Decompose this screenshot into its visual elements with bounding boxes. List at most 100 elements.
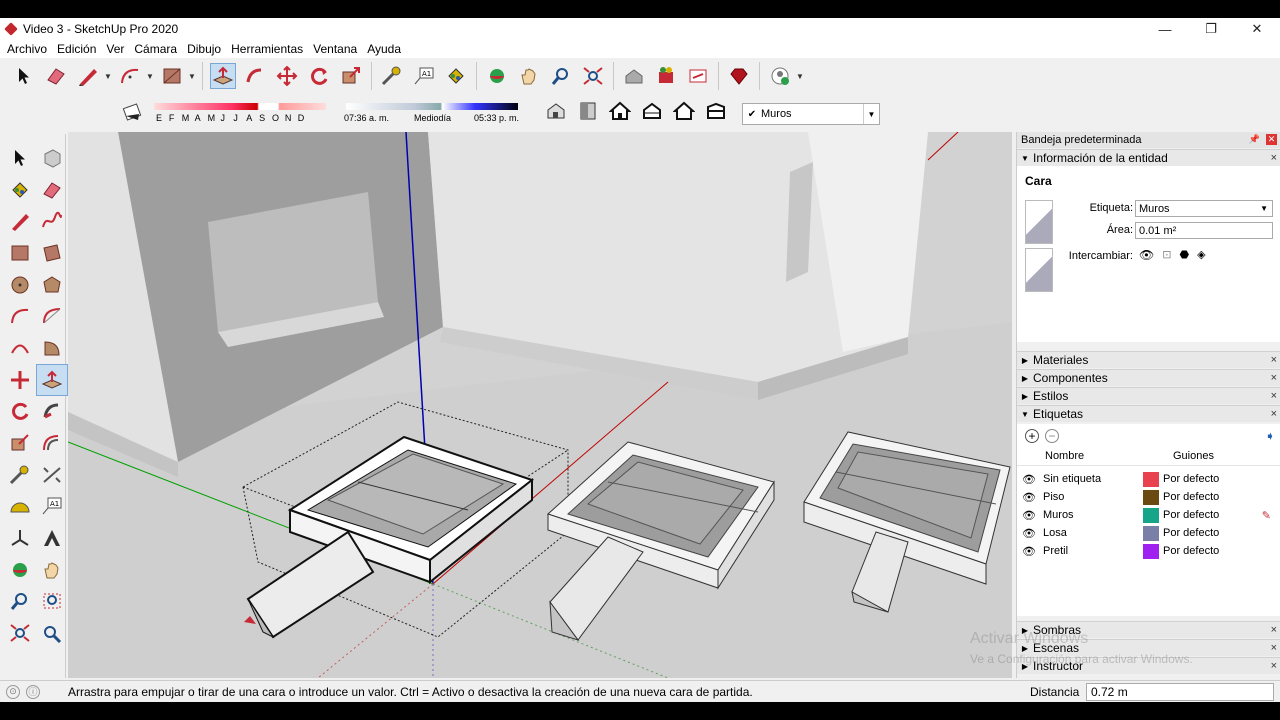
pan-tool-button[interactable] [516, 63, 542, 89]
lock-icon[interactable]: ⊡ [1162, 248, 1171, 262]
freehand-tool-button[interactable] [36, 205, 68, 237]
scale-tool-button[interactable] [4, 427, 36, 459]
tape-measure-tool-button[interactable] [4, 459, 36, 491]
tape-measure-tool-button[interactable] [379, 63, 405, 89]
zoom-extents-tool-button[interactable] [580, 63, 606, 89]
rotate-tool-button[interactable] [306, 63, 332, 89]
arc-tool-button[interactable] [117, 63, 143, 89]
orbit-tool-button[interactable] [484, 63, 510, 89]
chevron-down-icon[interactable]: ▼ [863, 104, 879, 124]
details-arrow-icon[interactable]: ➧ [1265, 429, 1275, 443]
time-slider[interactable] [346, 103, 518, 110]
receive-shadow-icon[interactable]: ◈ [1197, 248, 1205, 262]
account-button[interactable] [767, 63, 793, 89]
tag-dash[interactable]: Por defecto [1163, 509, 1263, 521]
pin-icon[interactable]: 📌 [1249, 134, 1260, 145]
tag-row[interactable]: 👁 Losa Por defecto [1017, 524, 1280, 542]
chevron-down-icon[interactable]: ▼ [796, 72, 806, 81]
position-camera-tool-button[interactable] [36, 617, 68, 649]
col-name-header[interactable]: Nombre [1041, 448, 1145, 465]
move-tool-button[interactable] [274, 63, 300, 89]
restore-button[interactable]: ❐ [1188, 18, 1234, 40]
model-viewport[interactable] [68, 132, 1012, 678]
view-top-button[interactable] [575, 98, 601, 124]
ruby-console-button[interactable] [726, 63, 752, 89]
active-tag-select[interactable]: ✔ Muros ▼ [742, 103, 880, 125]
circle-tool-button[interactable] [4, 269, 36, 301]
components-header[interactable]: ▶ Componentes × [1017, 369, 1280, 386]
eye-icon[interactable]: 👁 [1019, 527, 1039, 540]
tag-color-swatch[interactable] [1143, 507, 1159, 523]
view-left-button[interactable] [703, 98, 729, 124]
rectangle-tool-button[interactable] [4, 237, 36, 269]
select-tool-button[interactable] [4, 142, 36, 174]
two-point-arc-tool-button[interactable] [36, 300, 68, 332]
follow-me-tool-button[interactable] [242, 63, 268, 89]
materials-header[interactable]: ▶ Materiales × [1017, 351, 1280, 368]
tag-color-swatch[interactable] [1143, 525, 1159, 541]
eye-icon[interactable]: 👁 [1019, 491, 1039, 504]
view-right-button[interactable] [639, 98, 665, 124]
measurements-input[interactable]: 0.72 m [1086, 683, 1274, 701]
styles-header[interactable]: ▶ Estilos × [1017, 387, 1280, 404]
close-icon[interactable]: × [1271, 372, 1277, 384]
chevron-down-icon[interactable]: ▼ [146, 72, 156, 81]
rectangle-tool-button[interactable] [159, 63, 185, 89]
push-pull-tool-button[interactable] [210, 63, 236, 89]
tag-row[interactable]: 👁 Sin etiqueta Por defecto [1017, 470, 1280, 488]
back-material-swatch[interactable] [1025, 248, 1053, 292]
arc-tool-button[interactable] [4, 300, 36, 332]
warehouse-button[interactable] [621, 63, 647, 89]
eye-icon[interactable]: 👁 [1139, 248, 1154, 262]
tag-color-swatch[interactable] [1143, 489, 1159, 505]
3d-text-tool-button[interactable] [36, 522, 68, 554]
credits-icon[interactable]: ⓘ [26, 684, 40, 699]
tag-dash[interactable]: Por defecto [1163, 527, 1263, 539]
tag-dash[interactable]: Por defecto [1163, 545, 1263, 557]
make-component-button[interactable] [36, 142, 68, 174]
zoom-tool-button[interactable] [4, 586, 36, 618]
close-button[interactable]: ✕ [1234, 18, 1280, 40]
close-icon[interactable]: ✕ [1266, 134, 1277, 145]
tag-dropdown[interactable]: Muros ▼ [1135, 200, 1273, 217]
front-material-swatch[interactable] [1025, 200, 1053, 244]
close-icon[interactable]: × [1271, 152, 1277, 164]
tag-row[interactable]: 👁 Pretil Por defecto [1017, 542, 1280, 560]
axes-tool-button[interactable] [4, 522, 36, 554]
menu-ver[interactable]: Ver [101, 42, 129, 56]
area-field[interactable]: 0.01 m² [1135, 222, 1273, 239]
extension-manager-button[interactable] [685, 63, 711, 89]
protractor-tool-button[interactable] [4, 491, 36, 523]
menu-archivo[interactable]: Archivo [2, 42, 52, 56]
rotate-tool-button[interactable] [4, 396, 36, 428]
tag-row[interactable]: 👁 Muros Por defecto ✎ [1017, 506, 1280, 524]
entity-info-header[interactable]: ▼ Información de la entidad × [1017, 149, 1280, 166]
tag-row[interactable]: 👁 Piso Por defecto [1017, 488, 1280, 506]
paint-bucket-tool-button[interactable] [443, 63, 469, 89]
extension-warehouse-button[interactable] [653, 63, 679, 89]
rotated-rectangle-tool-button[interactable] [36, 237, 68, 269]
select-tool-button[interactable] [11, 63, 37, 89]
eraser-tool-button[interactable] [43, 63, 69, 89]
remove-tag-icon[interactable]: − [1045, 429, 1059, 443]
tags-header[interactable]: ▼ Etiquetas × [1017, 405, 1280, 422]
geo-location-icon[interactable]: ⊙ [6, 684, 20, 699]
view-back-button[interactable] [671, 98, 697, 124]
scale-tool-button[interactable] [338, 63, 364, 89]
polygon-tool-button[interactable] [36, 269, 68, 301]
eye-icon[interactable]: 👁 [1019, 545, 1039, 558]
eye-icon[interactable]: 👁 [1019, 509, 1039, 522]
minimize-button[interactable]: — [1142, 18, 1188, 40]
dimension-tool-button[interactable] [36, 459, 68, 491]
view-iso-button[interactable] [543, 98, 569, 124]
close-icon[interactable]: × [1271, 642, 1277, 654]
tag-color-swatch[interactable] [1143, 543, 1159, 559]
col-dash-header[interactable]: Guiones [1145, 448, 1249, 465]
tag-dash[interactable]: Por defecto [1163, 491, 1263, 503]
close-icon[interactable]: × [1271, 354, 1277, 366]
pie-tool-button[interactable] [36, 332, 68, 364]
menu-ventana[interactable]: Ventana [308, 42, 362, 56]
zoom-window-tool-button[interactable] [36, 586, 68, 618]
text-tool-button[interactable]: A1 [411, 63, 437, 89]
offset-tool-button[interactable] [36, 427, 68, 459]
